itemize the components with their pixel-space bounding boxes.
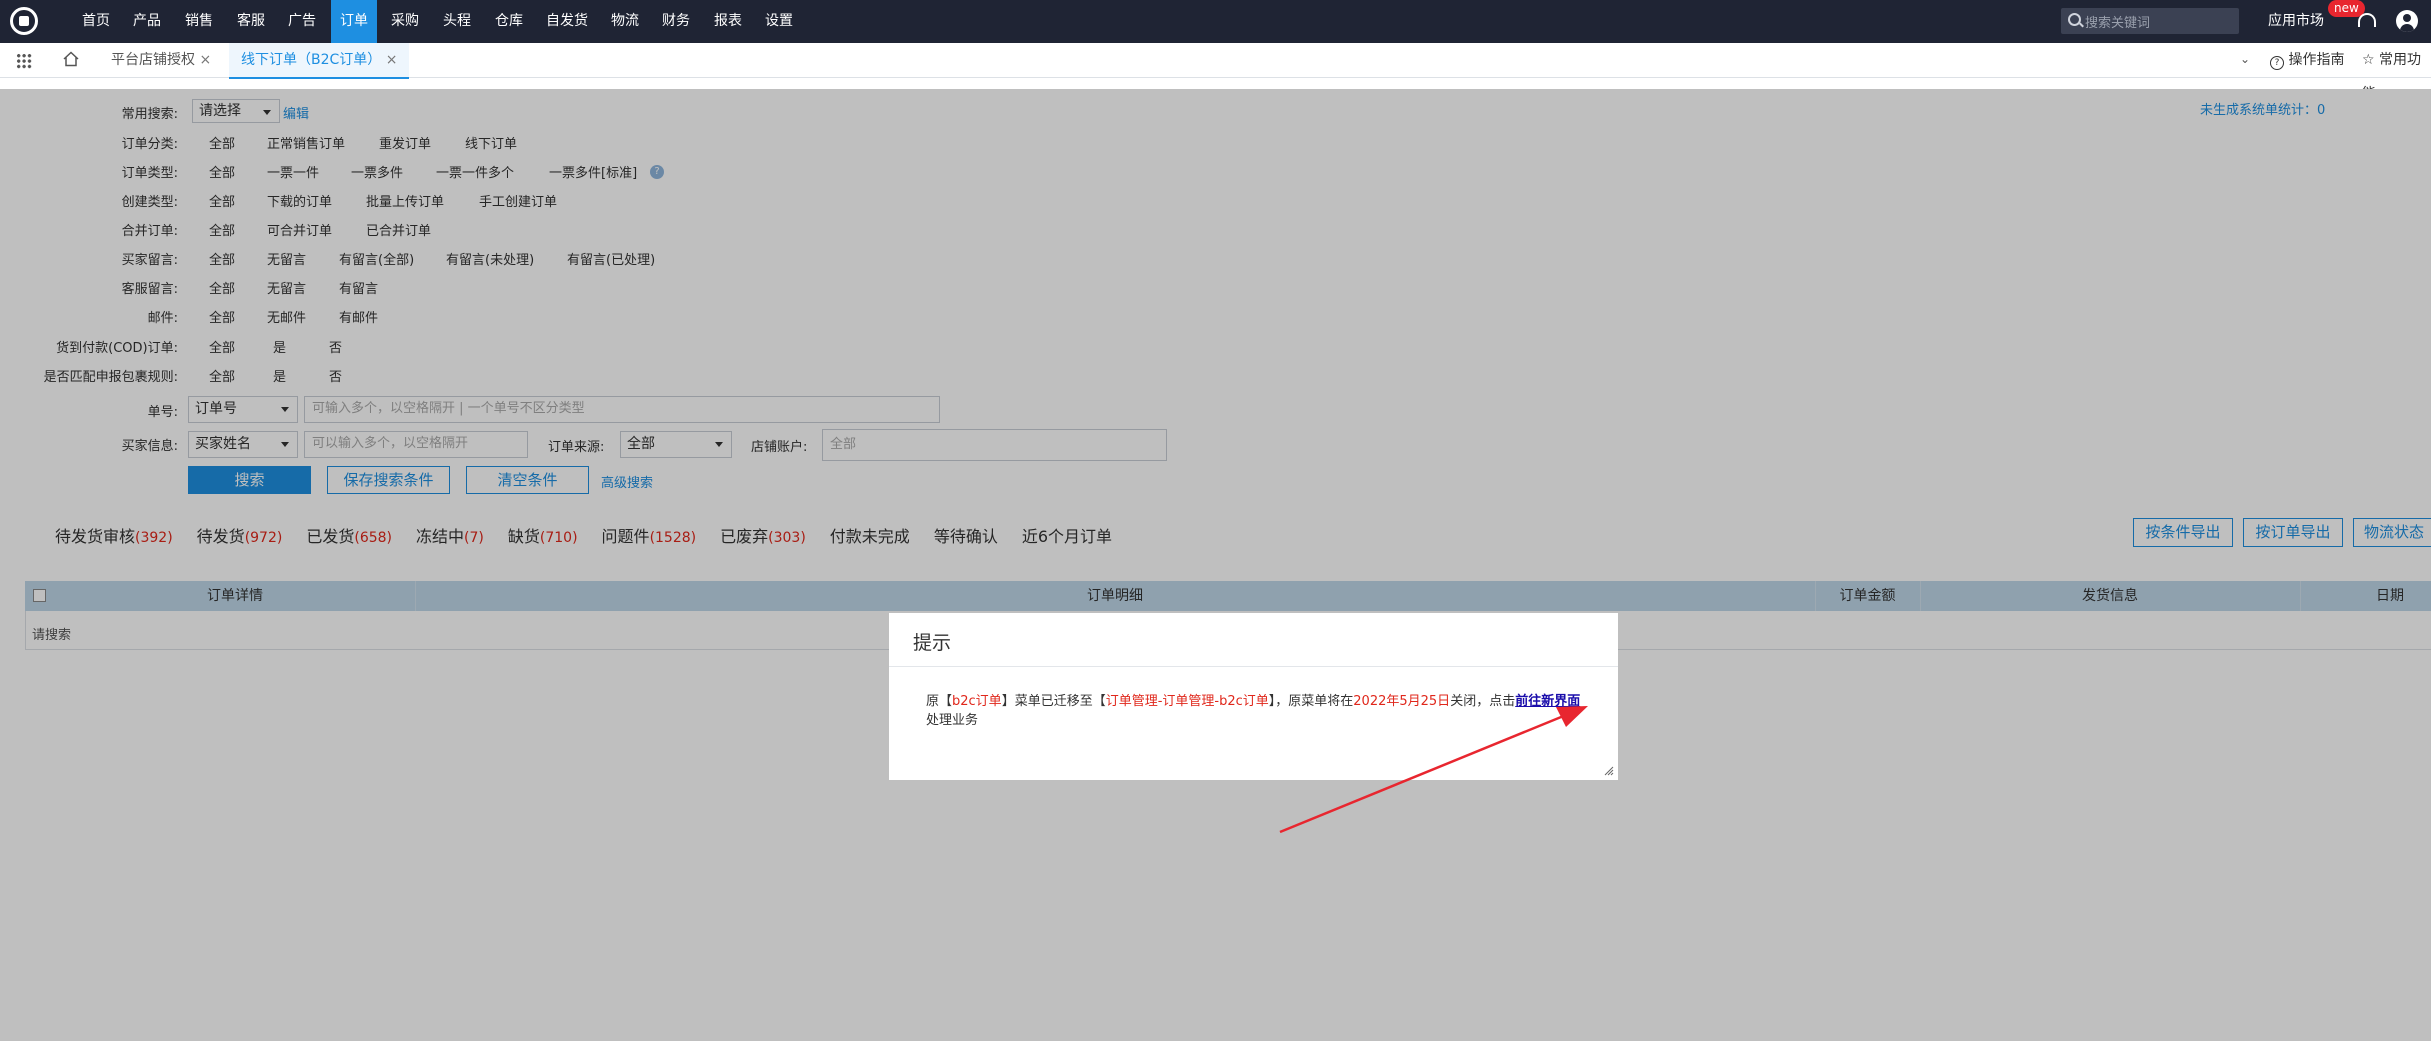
nav-item-home[interactable]: 首页 (74, 0, 118, 43)
star-icon: ☆ (2362, 52, 2375, 68)
search-placeholder: 搜索关键词 (2085, 16, 2151, 31)
headset-icon[interactable] (2358, 13, 2376, 27)
nav-item-logistics[interactable]: 物流 (603, 0, 647, 43)
help-circle-icon: ? (2270, 56, 2284, 70)
search-icon (2068, 13, 2081, 26)
nav-item-settings[interactable]: 设置 (757, 0, 801, 43)
nav-item-product[interactable]: 产品 (125, 0, 169, 43)
go-new-interface-link[interactable]: 前往新界面 (1515, 694, 1580, 709)
guide-label: 操作指南 (2288, 52, 2345, 68)
new-badge: new (2328, 0, 2365, 17)
nav-item-selfship[interactable]: 自发货 (538, 0, 596, 43)
dialog-title: 提示 (913, 632, 952, 654)
tab-store-auth[interactable]: 平台店铺授权 × (111, 43, 211, 77)
tab-label: 线下订单（B2C订单） (241, 52, 382, 68)
nav-item-warehouse[interactable]: 仓库 (487, 0, 531, 43)
app-market-link[interactable]: 应用市场 (2268, 0, 2324, 43)
dialog-divider (889, 666, 1618, 667)
nav-item-firstleg[interactable]: 头程 (435, 0, 479, 43)
nav-item-orders[interactable]: 订单 (331, 0, 377, 43)
tab-close-icon[interactable]: × (386, 52, 398, 68)
home-icon[interactable] (62, 50, 80, 68)
nav-item-finance[interactable]: 财务 (654, 0, 698, 43)
modal-overlay[interactable] (0, 89, 2431, 1041)
tab-label: 平台店铺授权 (111, 52, 195, 68)
nav-item-sales[interactable]: 销售 (177, 0, 221, 43)
nav-item-purchase[interactable]: 采购 (383, 0, 427, 43)
app-logo-icon[interactable] (10, 7, 38, 35)
user-avatar-icon[interactable] (2396, 10, 2418, 32)
dialog-message: 原【b2c订单】菜单已迁移至【订单管理-订单管理-b2c订单】，原菜单将在202… (926, 694, 1581, 728)
tab-close-icon[interactable]: × (199, 52, 211, 68)
nav-item-reports[interactable]: 报表 (706, 0, 750, 43)
nav-item-service[interactable]: 客服 (229, 0, 273, 43)
operation-guide-link[interactable]: ? 操作指南 (2270, 43, 2344, 77)
global-search-input[interactable]: 搜索关键词 (2061, 8, 2239, 34)
nav-item-ads[interactable]: 广告 (280, 0, 324, 43)
common-functions-link[interactable]: ☆ 常用功能 (2362, 43, 2431, 102)
chevron-down-icon[interactable]: ⌄ (2240, 52, 2250, 66)
tab-offline-orders[interactable]: 线下订单（B2C订单） × (229, 43, 410, 79)
apps-grid-icon[interactable] (16, 53, 32, 69)
resize-grip-icon[interactable] (1602, 764, 1614, 776)
